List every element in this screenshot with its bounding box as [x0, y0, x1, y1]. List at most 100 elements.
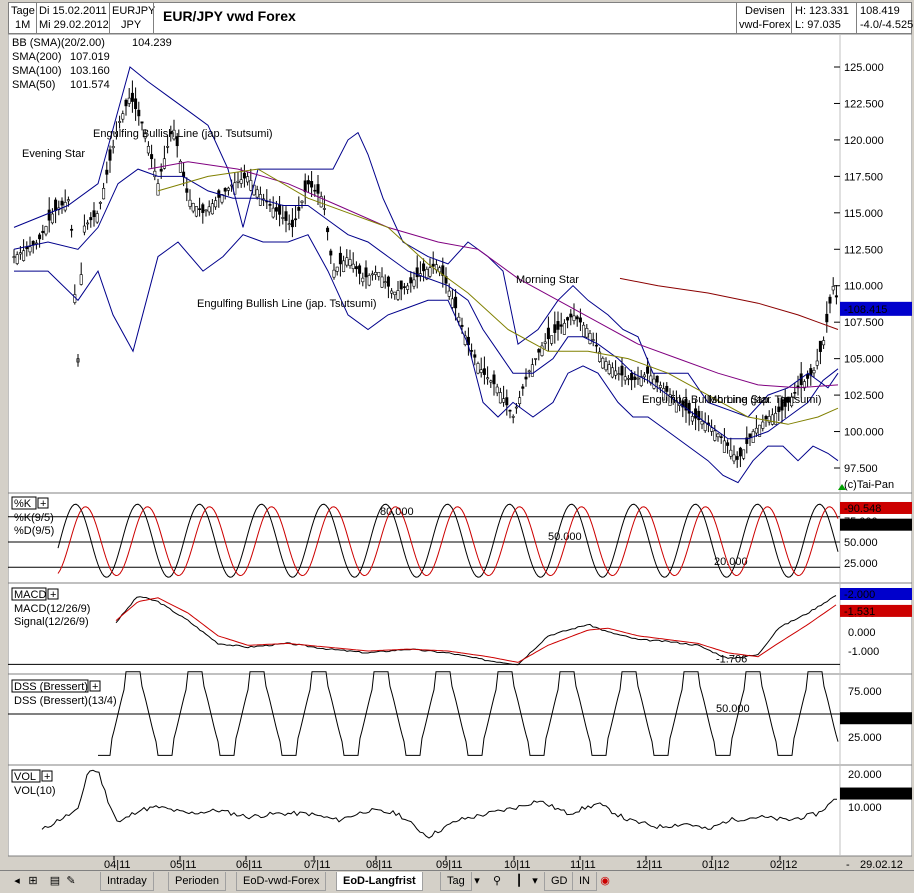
table-icon[interactable]: ▤: [48, 874, 62, 888]
candle-body: [13, 257, 15, 258]
vol-title: VOL: [14, 771, 36, 783]
stoch-title: %K: [14, 498, 32, 510]
candles-icon[interactable]: ┃: [512, 874, 526, 888]
in-button[interactable]: IN: [572, 872, 597, 891]
candle-body: [310, 181, 312, 187]
candle-body: [67, 200, 69, 201]
low-value: L: 97.035: [795, 19, 841, 32]
period-label-month[interactable]: 1M: [15, 19, 30, 32]
zoom-icon[interactable]: ⚲: [490, 874, 504, 888]
candle-body: [80, 275, 82, 285]
candle-body: [301, 201, 303, 202]
candle-body: [250, 180, 252, 190]
price-tick-label: 125.000: [844, 62, 884, 74]
last-value: 108.419: [860, 5, 900, 18]
candle-body: [333, 270, 335, 277]
candle-body: [643, 375, 645, 377]
candle-body: [134, 99, 136, 109]
candle-body: [618, 374, 620, 375]
dss-title: DSS (Bressert): [14, 681, 88, 693]
arrow-left-icon[interactable]: ◂: [10, 874, 24, 888]
candle-body: [733, 455, 735, 461]
candle-body: [602, 358, 604, 368]
candle-body: [755, 428, 757, 433]
tab-eod-vwd-forex[interactable]: EoD-vwd-Forex: [236, 872, 326, 891]
candle-body: [819, 341, 821, 351]
tab-tag[interactable]: Tag: [440, 872, 472, 891]
candle-body: [355, 266, 357, 268]
candle-body: [413, 280, 415, 286]
candle-body: [288, 224, 290, 225]
candle-body: [246, 177, 248, 182]
candle-body: [304, 181, 306, 192]
candle-body: [490, 381, 492, 382]
dropdown-icon[interactable]: ▾: [528, 874, 542, 888]
candle-body: [528, 371, 530, 372]
expand-icon-glyph: +: [50, 589, 56, 601]
candle-body: [339, 253, 341, 264]
candle-body: [330, 251, 332, 255]
macd-legend: MACD(12/26/9): [14, 603, 90, 615]
candle-body: [726, 443, 728, 446]
x-tick-label: 10|11: [504, 859, 531, 870]
candle-body: [272, 208, 274, 217]
grid-icon[interactable]: ⊞: [26, 874, 40, 888]
chart-canvas[interactable]: 125.000122.500120.000117.500115.000112.5…: [8, 34, 912, 870]
high-value: H: 123.331: [795, 5, 849, 18]
candle-body: [147, 146, 149, 153]
tab-perioden[interactable]: Perioden: [168, 872, 226, 891]
market-type: Devisen: [745, 5, 785, 18]
candle-body: [826, 314, 828, 322]
candle-body: [544, 342, 546, 344]
candle-body: [282, 217, 284, 218]
tab-intraday[interactable]: Intraday: [100, 872, 154, 891]
candle-body: [387, 277, 389, 286]
candle-body: [621, 366, 623, 375]
candle-body: [32, 241, 34, 245]
candle-body: [240, 180, 242, 184]
candle-body: [118, 121, 120, 122]
x-tick-label: 02|12: [770, 859, 797, 870]
last-price-tag-label: -108.415: [844, 304, 887, 316]
date-from: Di 15.02.2011: [39, 5, 107, 18]
candle-body: [51, 214, 53, 223]
dropdown-icon[interactable]: ▾: [470, 874, 484, 888]
candle-body: [573, 316, 575, 321]
candle-body: [714, 431, 716, 441]
candle-body: [362, 278, 364, 282]
symbol-code: EURJPY: [112, 5, 155, 18]
x-tick-label: 07|11: [304, 859, 331, 870]
candle-body: [630, 373, 632, 380]
tab-eod-langfrist[interactable]: EoD-Langfrist: [336, 872, 423, 891]
candle-body: [410, 278, 412, 283]
candle-body: [646, 367, 648, 374]
stoch-legend: %K(9/5): [14, 512, 54, 524]
palette-icon[interactable]: ◉: [598, 874, 612, 888]
candle-body: [314, 190, 316, 191]
candle-body: [291, 220, 293, 227]
candle-body: [499, 392, 501, 402]
candle-body: [16, 255, 18, 264]
candle-body: [634, 377, 636, 380]
candle-body: [38, 235, 40, 239]
macd-tag-label: -1.531: [844, 606, 875, 618]
candle-body: [771, 415, 773, 425]
candle-body: [749, 434, 751, 438]
chart-title: EUR/JPY vwd Forex: [163, 8, 296, 24]
candle-body: [829, 297, 831, 303]
macd-tick-label: -1.000: [848, 646, 879, 658]
price-legend-name: SMA(200): [12, 51, 62, 63]
candle-body: [61, 201, 63, 205]
candle-body: [576, 317, 578, 319]
price-legend-name: SMA(100): [12, 65, 62, 77]
candle-body: [346, 258, 348, 265]
gd-button[interactable]: GD: [544, 872, 575, 891]
x-tick-label: 11|11: [570, 859, 596, 870]
period-label-days[interactable]: Tage: [11, 5, 35, 18]
candle-body: [730, 450, 732, 456]
candle-body: [112, 146, 114, 147]
dss-level-label: 50.000: [716, 703, 750, 715]
pen-icon[interactable]: ✎: [64, 874, 78, 888]
price-tick-label: 112.500: [844, 244, 883, 256]
candle-body: [195, 206, 197, 216]
